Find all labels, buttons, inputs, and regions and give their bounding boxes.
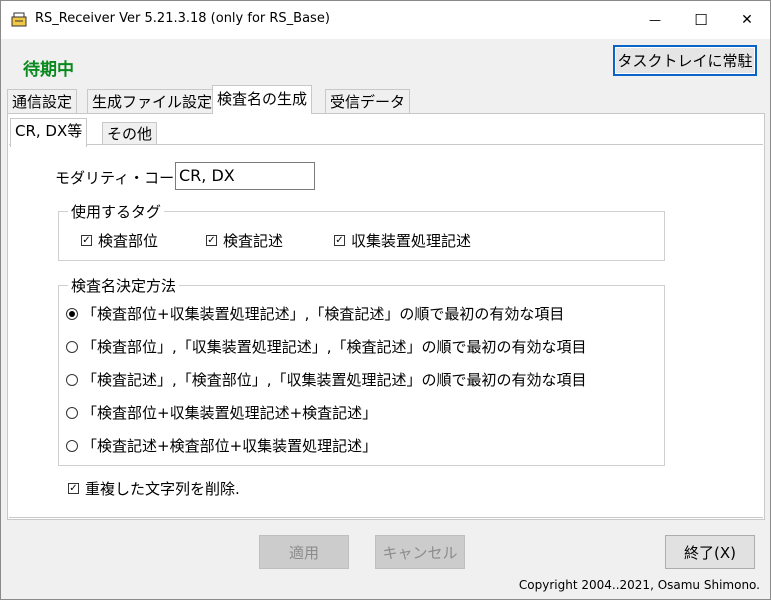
method-option-5-label: 「検査記述+検査部位+収集装置処理記述」 <box>82 437 378 455</box>
checkbox-icon: ✓ <box>206 234 217 246</box>
modality-label: モダリティ・コード <box>55 169 190 187</box>
copyright-text: Copyright 2004..2021, Osamu Shimono. <box>518 578 760 592</box>
checkbox-icon: ✓ <box>81 234 92 246</box>
method-option-3-label: 「検査記述」,「検査部位」,「収集装置処理記述」の順で最初の有効な項目 <box>82 371 587 389</box>
minimize-icon: — <box>649 13 661 27</box>
tag-check-device-processing-label: 収集装置処理記述 <box>351 232 472 250</box>
tag-check-body-part[interactable]: ✓ 検査部位 <box>81 230 158 251</box>
method-option-1-label: 「検査部位+収集装置処理記述」,「検査記述」の順で最初の有効な項目 <box>82 305 565 323</box>
radio-icon <box>66 439 78 452</box>
apply-button[interactable]: 適用 <box>259 535 349 569</box>
tab-communication[interactable]: 通信設定 <box>7 89 78 113</box>
exit-button[interactable]: 終了(X) <box>665 535 755 569</box>
tag-check-device-processing[interactable]: ✓ 収集装置処理記述 <box>334 230 471 251</box>
dedupe-label: 重複した文字列を削除. <box>85 480 240 498</box>
modality-code-input[interactable]: CR, DX <box>175 162 315 190</box>
status-text: 待期中 <box>23 60 74 80</box>
cancel-button[interactable]: キャンセル <box>375 535 465 569</box>
checkbox-icon: ✓ <box>68 482 79 494</box>
tab-received-data[interactable]: 受信データ <box>325 89 411 113</box>
tab-exam-name[interactable]: 検査名の生成 <box>212 85 313 114</box>
subtab-other[interactable]: その他 <box>102 122 158 144</box>
title-bar[interactable]: RS_Receiver Ver 5.21.3.18 (only for RS_B… <box>1 1 770 39</box>
dedupe-checkbox[interactable]: ✓ 重複した文字列を削除. <box>68 478 240 499</box>
radio-icon <box>66 340 78 353</box>
radio-icon <box>66 406 78 419</box>
method-option-4[interactable]: 「検査部位+収集装置処理記述+検査記述」 <box>66 402 377 423</box>
window-title: RS_Receiver Ver 5.21.3.18 (only for RS_B… <box>35 11 330 26</box>
main-window: RS_Receiver Ver 5.21.3.18 (only for RS_B… <box>0 0 771 600</box>
tag-check-exam-description-label: 検査記述 <box>223 232 284 250</box>
close-button[interactable]: ✕ <box>724 1 770 39</box>
subtab-cr-dx[interactable]: CR, DX等 <box>10 118 88 147</box>
radio-selected-icon <box>66 307 78 320</box>
close-icon: ✕ <box>741 12 753 28</box>
tab-panel-exam-name: CR, DX等 その他 モダリティ・コード CR, DX 使用するタグ ✓ 検査… <box>7 113 765 520</box>
tray-resident-button[interactable]: タスクトレイに常駐 <box>613 45 757 76</box>
radio-icon <box>66 373 78 386</box>
maximize-button[interactable]: ☐ <box>678 1 724 39</box>
method-option-3[interactable]: 「検査記述」,「検査部位」,「収集装置処理記述」の順で最初の有効な項目 <box>66 369 587 390</box>
app-icon <box>11 12 27 27</box>
maximize-icon: ☐ <box>694 11 708 29</box>
method-option-5[interactable]: 「検査記述+検査部位+収集装置処理記述」 <box>66 435 377 456</box>
tags-group-title: 使用するタグ <box>68 201 165 222</box>
tab-file-settings[interactable]: 生成ファイル設定 <box>87 89 218 113</box>
tag-check-exam-description[interactable]: ✓ 検査記述 <box>206 230 283 251</box>
method-group-title: 検査名決定方法 <box>68 275 180 296</box>
method-option-2-label: 「検査部位」,「収集装置処理記述」,「検査記述」の順で最初の有効な項目 <box>82 338 587 356</box>
minimize-button[interactable]: — <box>632 1 678 39</box>
checkbox-icon: ✓ <box>334 234 345 246</box>
method-option-1[interactable]: 「検査部位+収集装置処理記述」,「検査記述」の順で最初の有効な項目 <box>66 303 564 324</box>
tag-check-body-part-label: 検査部位 <box>98 232 159 250</box>
method-option-4-label: 「検査部位+収集装置処理記述+検査記述」 <box>82 404 378 422</box>
method-option-2[interactable]: 「検査部位」,「収集装置処理記述」,「検査記述」の順で最初の有効な項目 <box>66 336 587 357</box>
